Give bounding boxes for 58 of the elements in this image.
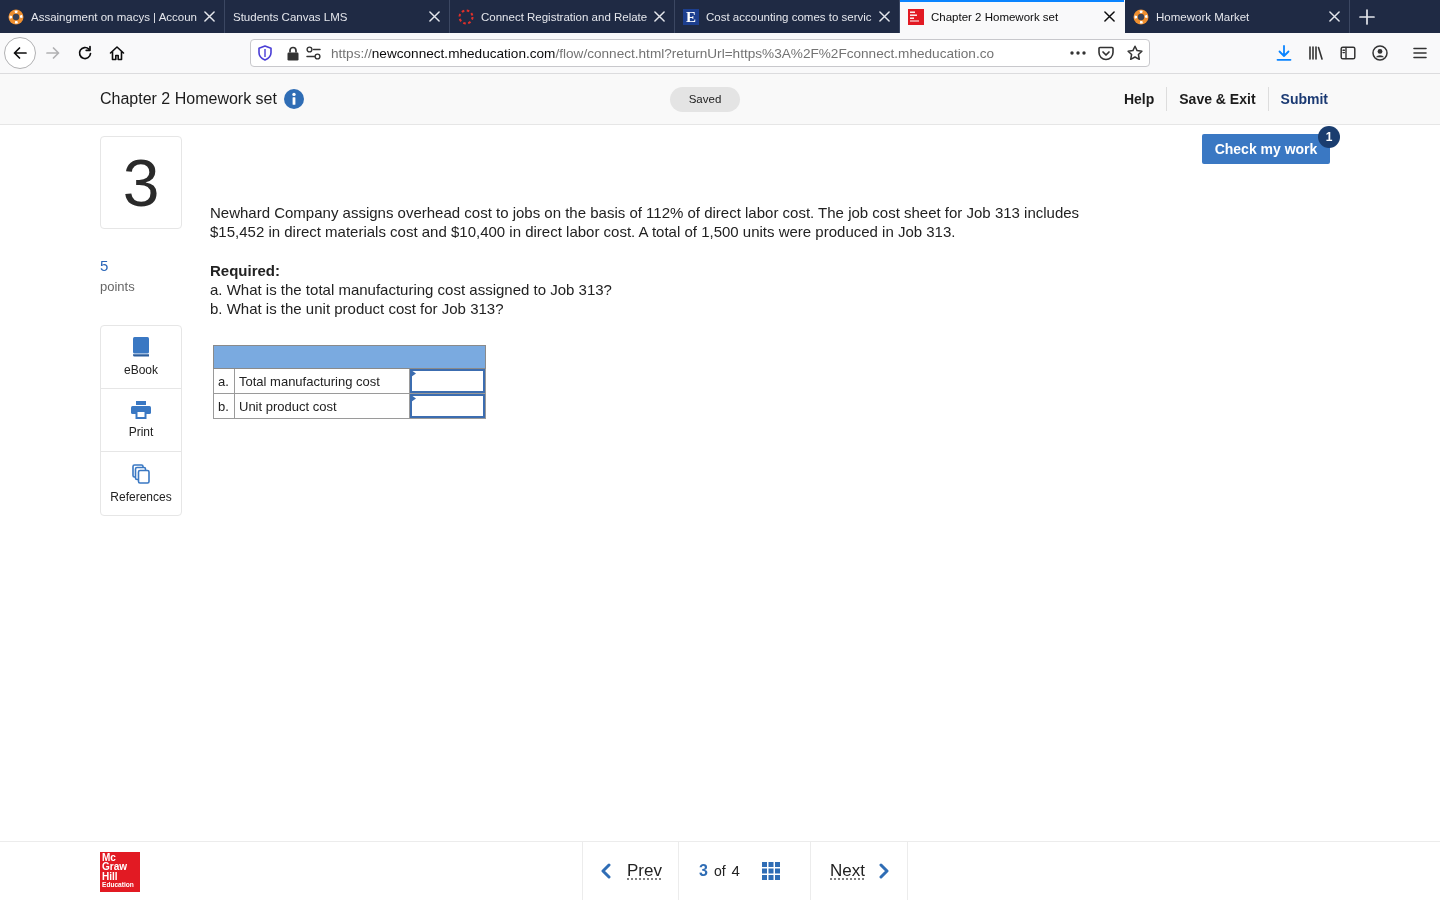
- sidebar-icon[interactable]: [1340, 45, 1356, 61]
- download-icon[interactable]: [1276, 45, 1292, 61]
- references-button[interactable]: References: [101, 452, 181, 515]
- chevron-right-icon: [878, 863, 889, 879]
- points-value: 5: [100, 257, 110, 275]
- favicon-letter: E: [683, 8, 699, 25]
- back-button[interactable]: [4, 37, 36, 69]
- corner-triangle-icon: [411, 395, 416, 402]
- table-cell: Total manufacturing cost: [234, 368, 410, 394]
- sliders-icon[interactable]: [306, 46, 321, 60]
- lock-icon[interactable]: [287, 45, 299, 61]
- next-button[interactable]: Next: [811, 842, 907, 900]
- dashed-ring-icon: [458, 8, 474, 25]
- header-link[interactable]: Save & Exit: [1167, 91, 1268, 107]
- answer-input[interactable]: [410, 369, 485, 393]
- table-cell: Unit product cost: [234, 393, 410, 419]
- table-cell: b.: [213, 393, 235, 419]
- browser-tab[interactable]: Chapter 2 Homework set: [900, 0, 1125, 33]
- stacked-pages-icon: [132, 463, 150, 484]
- points-label: points: [100, 279, 136, 295]
- lifebuoy-icon: [1133, 8, 1149, 25]
- close-icon[interactable]: [1104, 11, 1115, 22]
- lifebuoy-icon: [8, 8, 24, 25]
- save-status: Saved: [670, 86, 740, 112]
- account-icon[interactable]: [1372, 45, 1388, 61]
- count-badge: 1: [1318, 126, 1340, 148]
- table-cell: a.: [213, 368, 235, 394]
- answer-input[interactable]: [410, 394, 485, 418]
- header-link[interactable]: Submit: [1268, 91, 1328, 107]
- corner-triangle-icon: [411, 370, 416, 377]
- prev-button[interactable]: Prev: [583, 842, 678, 900]
- assignment-title: Chapter 2 Homework set: [100, 90, 277, 108]
- plus-icon[interactable]: [1358, 8, 1375, 25]
- grid-icon[interactable]: [761, 862, 780, 880]
- home-icon[interactable]: [109, 45, 125, 61]
- info-icon[interactable]: [283, 89, 304, 109]
- required-item: b. What is the unit product cost for Job 313?: [210, 299, 505, 318]
- library-icon[interactable]: [1308, 45, 1324, 61]
- header-link[interactable]: Help: [1111, 91, 1167, 107]
- shield-icon[interactable]: [258, 45, 272, 61]
- required-heading: Required:: [210, 261, 281, 280]
- chevron-left-icon: [601, 863, 611, 879]
- ebook-button[interactable]: eBook: [101, 326, 181, 389]
- shield-chevron-icon[interactable]: [1098, 45, 1114, 61]
- question-number: 3: [100, 136, 182, 229]
- logo-icon: [908, 8, 924, 25]
- url-text[interactable]: https://newconnect.mheducation.com/flow/connect.html?returnUrl=https%3A%2F%2Fconnect.mheducation.co: [331, 45, 1062, 61]
- reload-icon[interactable]: [77, 45, 93, 61]
- required-item: a. What is the total manufacturing cost assigned to Job 313?: [210, 280, 613, 299]
- star-icon[interactable]: [1127, 45, 1143, 61]
- question-text: Newhard Company assigns overhead cost to jobs on the basis of 112% of direct labor cost. The job cost sheet for Job 313 includes $15,452 in direct materials cost and $10,400 in direct labor cost. A total of 1,500 units were produced in Job 313.: [210, 203, 1081, 241]
- book-icon: [132, 337, 150, 357]
- menu-icon[interactable]: [1412, 45, 1428, 61]
- printer-icon: [131, 401, 151, 419]
- print-button[interactable]: Print: [101, 389, 181, 452]
- arrow-left-icon: [12, 45, 28, 61]
- more-dots-icon[interactable]: [1070, 51, 1086, 55]
- page-counter: 3 of 4: [699, 862, 740, 880]
